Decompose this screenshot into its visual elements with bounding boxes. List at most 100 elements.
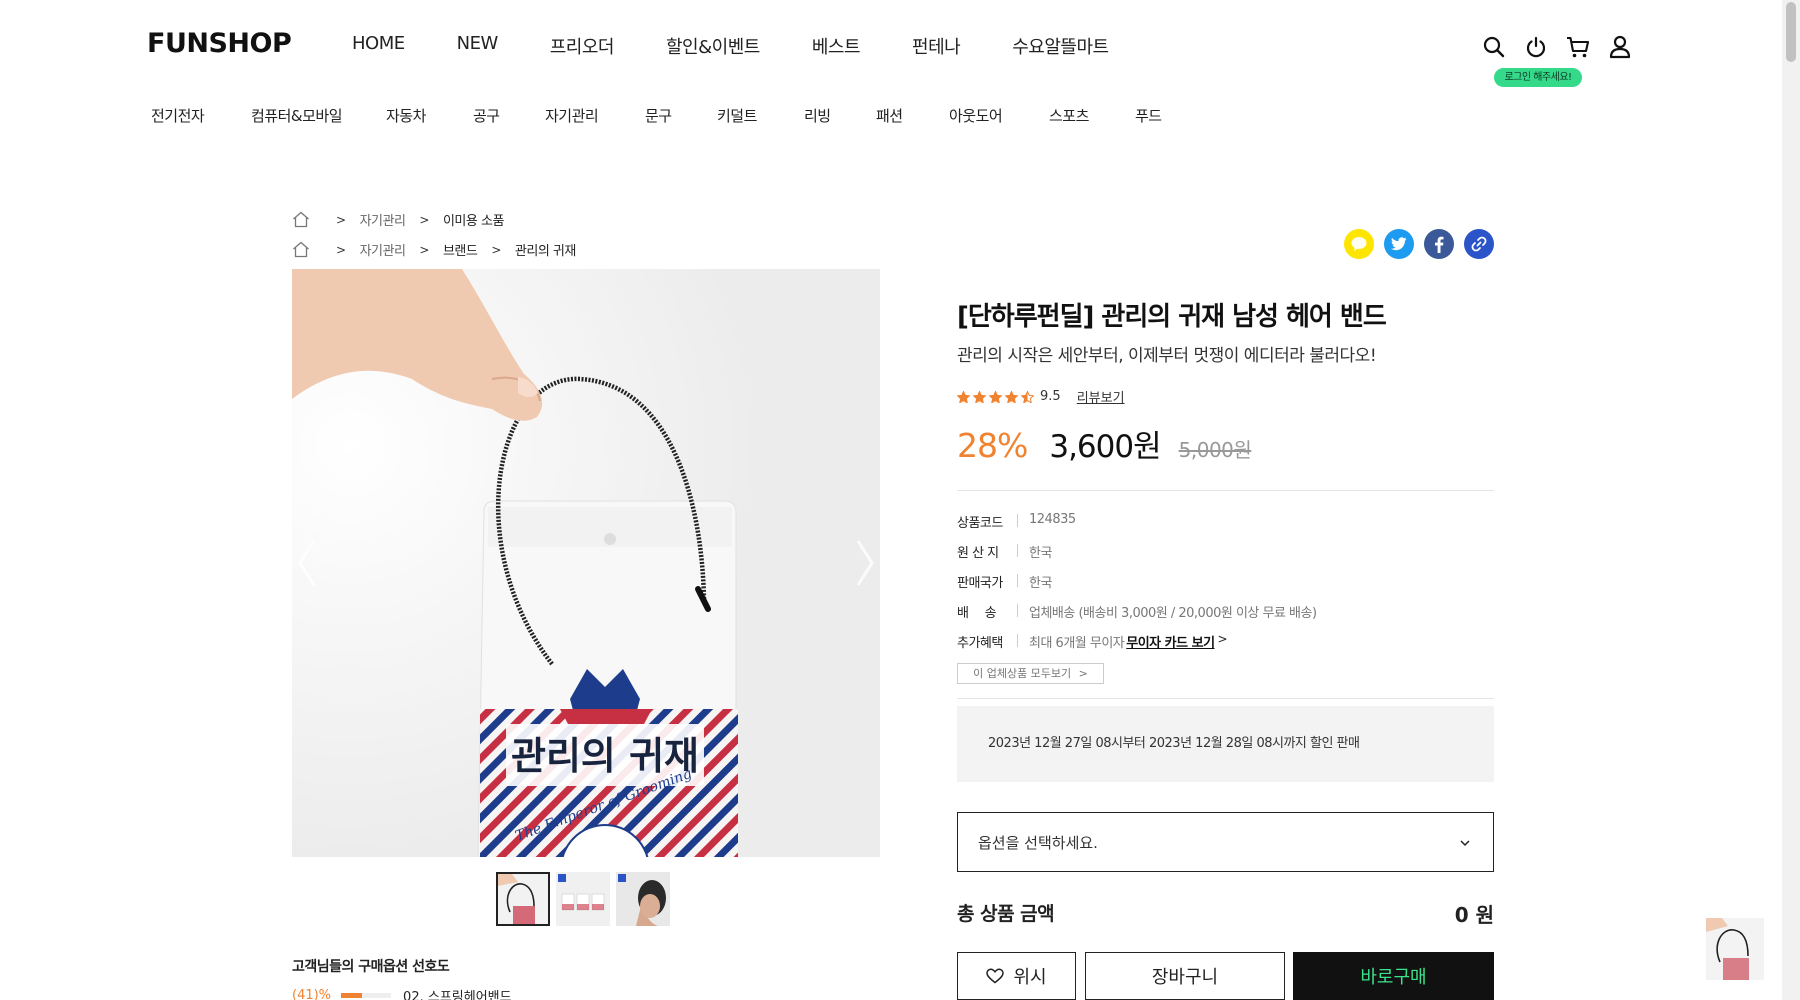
info-row-country: 판매국가 한국 — [957, 572, 1052, 591]
preference-title: 고객님들의 구매옵션 선호도 — [292, 959, 450, 975]
thumbnail[interactable] — [556, 872, 610, 926]
category-fashion[interactable]: 패션 — [876, 105, 949, 126]
breadcrumb: > 자기관리 > 이미용 소품 — [292, 210, 504, 229]
preference-bar — [341, 993, 392, 998]
power-icon[interactable] — [1524, 34, 1548, 60]
nav-home[interactable]: HOME — [352, 33, 405, 59]
category-kidult[interactable]: 키덜트 — [717, 105, 804, 126]
discount-rate: 28% — [957, 426, 1028, 465]
category-food[interactable]: 푸드 — [1135, 105, 1195, 126]
star-icon — [973, 390, 986, 403]
star-icon — [957, 390, 970, 403]
divider — [1017, 604, 1018, 617]
scrollbar-thumb[interactable] — [1786, 2, 1796, 62]
info-row-code: 상품코드 124835 — [957, 512, 1076, 531]
breadcrumb-item[interactable]: 자기관리 — [360, 240, 406, 259]
divider — [957, 698, 1494, 699]
info-value: 한국 — [1029, 576, 1052, 591]
buy-now-button[interactable]: 바로구매 — [1293, 952, 1494, 1000]
nav-wednesday-mart[interactable]: 수요알뜰마트 — [1012, 33, 1109, 59]
original-price: 5,000원 — [1178, 438, 1252, 462]
divider — [1017, 634, 1018, 647]
kakaotalk-icon[interactable] — [1344, 229, 1374, 259]
breadcrumb-item[interactable]: 브랜드 — [443, 240, 478, 259]
info-value: 한국 — [1029, 546, 1052, 561]
divider — [1017, 544, 1018, 557]
home-icon[interactable] — [292, 211, 310, 229]
chevron-down-icon — [1459, 833, 1471, 851]
sale-period-notice: 2023년 12월 27일 08시부터 2023년 12월 28일 08시까지 … — [957, 706, 1494, 782]
star-icon — [1021, 390, 1034, 403]
link-icon[interactable] — [1464, 229, 1494, 259]
category-nav: 전기전자 컴퓨터&모바일 자동차 공구 자기관리 문구 키덜트 리빙 패션 아웃… — [151, 105, 1195, 126]
chevron-right-icon: > — [419, 212, 429, 227]
product-main-image[interactable]: 관리의 귀재 The Emperor of Grooming — [292, 269, 880, 857]
star-rating — [957, 390, 1034, 403]
product-subtitle: 관리의 시작은 세안부터, 이제부터 멋쟁이 에디터라 불러다오! — [957, 346, 1377, 366]
cart-icon[interactable] — [1566, 34, 1590, 60]
all-products-button[interactable]: 이 업체상품 모두보기 > — [957, 663, 1104, 684]
facebook-icon[interactable] — [1424, 229, 1454, 259]
category-tools[interactable]: 공구 — [473, 105, 545, 126]
info-label: 배 송 — [957, 606, 997, 621]
nav-new[interactable]: NEW — [457, 33, 499, 59]
divider — [957, 490, 1494, 491]
scrollbar[interactable] — [1782, 0, 1800, 1000]
card-benefit-link[interactable]: 무이자 카드 보기 — [1126, 632, 1215, 651]
thumbnail[interactable] — [616, 872, 670, 926]
nav-preorder[interactable]: 프리오더 — [550, 33, 615, 59]
nav-sale-event[interactable]: 할인&이벤트 — [666, 33, 760, 59]
wish-button[interactable]: 위시 — [957, 952, 1076, 1000]
heart-icon — [986, 968, 1005, 984]
chevron-right-icon: > — [1217, 632, 1228, 646]
chevron-right-icon: > — [336, 242, 346, 257]
preference-row: (41)% 02. 스프링헤어밴드 — [292, 986, 512, 1000]
header-icons — [1482, 34, 1632, 60]
info-label: 판매국가 — [957, 576, 1003, 591]
thumbnail[interactable] — [496, 872, 550, 926]
breadcrumb-item[interactable]: 자기관리 — [360, 210, 406, 229]
all-products-label: 이 업체상품 모두보기 — [973, 667, 1072, 680]
sale-price: 3,600원 — [1049, 429, 1161, 465]
category-outdoor[interactable]: 아웃도어 — [949, 105, 1049, 126]
breadcrumb: > 자기관리 > 브랜드 > 관리의 귀재 — [292, 240, 576, 259]
home-icon[interactable] — [292, 241, 310, 259]
recent-product-thumbnail[interactable] — [1706, 918, 1764, 980]
option-select[interactable]: 옵션을 선택하세요. — [957, 812, 1494, 872]
breadcrumb-item[interactable]: 관리의 귀재 — [515, 240, 576, 259]
main-nav: HOME NEW 프리오더 할인&이벤트 베스트 펀테나 수요알뜰마트 — [352, 33, 1161, 59]
thumbnail-list — [496, 872, 670, 926]
login-tooltip[interactable]: 로그인 해주세요! — [1494, 68, 1582, 87]
category-sports[interactable]: 스포츠 — [1049, 105, 1135, 126]
review-link[interactable]: 리뷰보기 — [1077, 387, 1125, 406]
total-value: 0 원 — [1454, 903, 1494, 927]
cart-button[interactable]: 장바구니 — [1085, 952, 1285, 1000]
option-placeholder: 옵션을 선택하세요. — [978, 833, 1098, 852]
info-label: 추가혜택 — [957, 636, 1003, 651]
chevron-right-icon: > — [491, 242, 501, 257]
nav-best[interactable]: 베스트 — [812, 33, 861, 59]
category-self-care[interactable]: 자기관리 — [545, 105, 645, 126]
category-car[interactable]: 자동차 — [386, 105, 473, 126]
chevron-right-icon: > — [1078, 667, 1088, 680]
preference-bar-fill — [341, 993, 362, 998]
twitter-icon[interactable] — [1384, 229, 1414, 259]
category-computer-mobile[interactable]: 컴퓨터&모바일 — [251, 105, 386, 126]
info-value: 업체배송 (배송비 3,000원 / 20,000원 이상 무료 배송) — [1029, 606, 1317, 621]
info-value: 최대 6개월 무이자 — [1029, 636, 1125, 651]
category-living[interactable]: 리빙 — [804, 105, 876, 126]
rating-score: 9.5 — [1040, 389, 1061, 404]
breadcrumb-item[interactable]: 이미용 소품 — [443, 210, 504, 229]
category-stationery[interactable]: 문구 — [645, 105, 717, 126]
search-icon[interactable] — [1482, 34, 1506, 60]
rating: 9.5 리뷰보기 — [957, 387, 1125, 406]
category-electronics[interactable]: 전기전자 — [151, 105, 251, 126]
info-label: 원 산 지 — [957, 546, 999, 561]
info-row-benefit: 추가혜택 최대 6개월 무이자 무이자 카드 보기 > — [957, 632, 1228, 651]
nav-funtenna[interactable]: 펀테나 — [912, 33, 961, 59]
star-icon — [1005, 390, 1018, 403]
user-icon[interactable] — [1608, 34, 1632, 60]
site-logo[interactable]: FUNSHOP — [147, 28, 292, 59]
total-label: 총 상품 금액 — [957, 903, 1055, 925]
divider — [1017, 574, 1018, 587]
